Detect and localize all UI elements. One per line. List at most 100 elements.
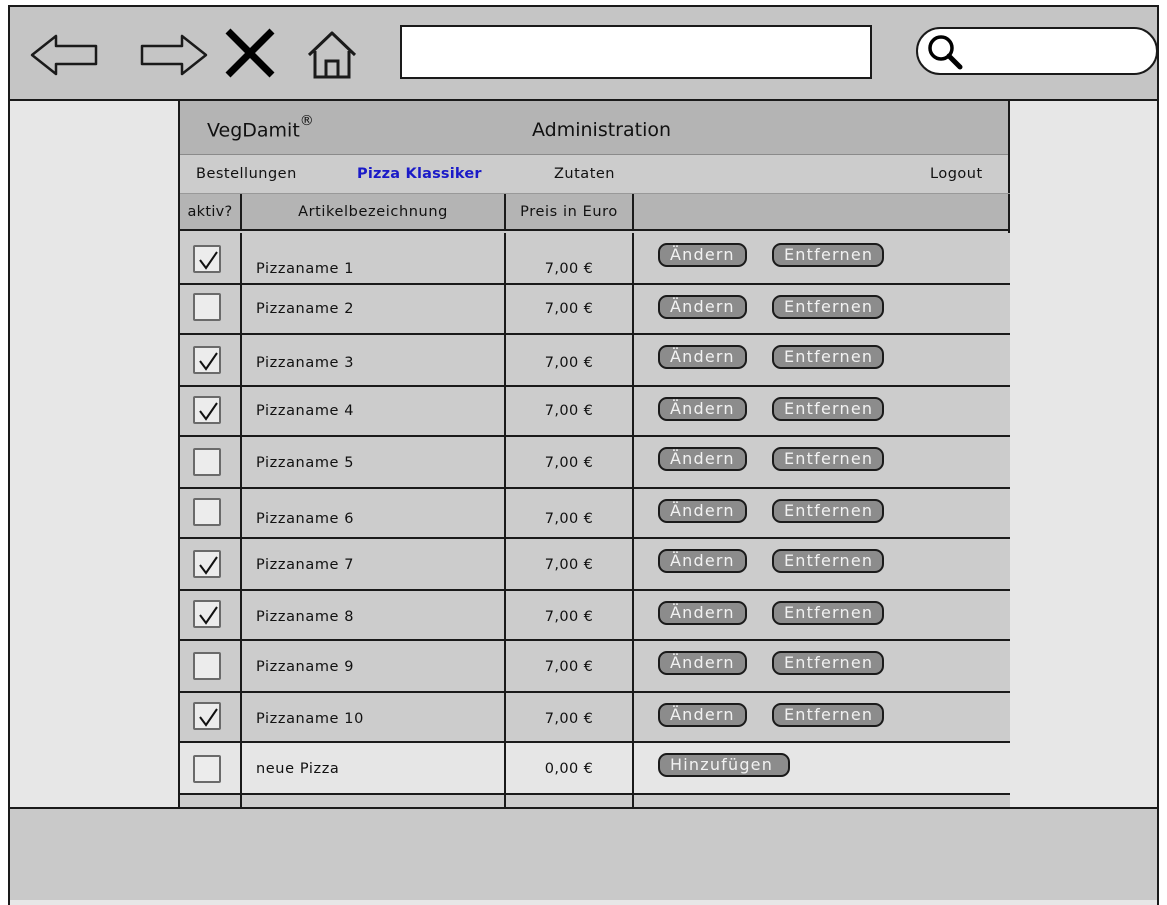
price-cell: 0,00 € (506, 743, 634, 793)
name-cell: Pizzaname 2 (242, 285, 506, 333)
remove-button[interactable]: Entfernen (772, 397, 884, 421)
pizza-name: Pizzaname 2 (256, 301, 355, 317)
table-header: aktiv? Artikelbezeichnung Preis in Euro (180, 193, 1010, 231)
active-checkbox[interactable] (193, 448, 221, 476)
column-header-actions (634, 194, 1010, 229)
status-bar (8, 807, 1159, 900)
price-cell: 7,00 € (506, 335, 634, 385)
name-cell: Pizzaname 6 (242, 489, 506, 537)
remove-button[interactable]: Entfernen (772, 703, 884, 727)
edit-button[interactable]: Ändern (658, 703, 747, 727)
checkmark-icon (199, 708, 218, 727)
active-checkbox[interactable] (193, 550, 221, 578)
address-bar[interactable] (400, 25, 872, 79)
pizza-name: Pizzaname 6 (256, 511, 355, 527)
active-cell (180, 335, 242, 385)
search-icon (928, 35, 963, 70)
active-cell (180, 743, 242, 793)
edit-button[interactable]: Ändern (658, 549, 747, 573)
active-cell (180, 693, 242, 741)
active-checkbox[interactable] (193, 600, 221, 628)
new-pizza-active-checkbox[interactable] (193, 755, 221, 783)
active-cell (180, 387, 242, 435)
add-button[interactable]: Hinzufügen (658, 753, 790, 777)
name-cell: neue Pizza (242, 743, 506, 793)
actions-cell: Ändern Entfernen (634, 539, 1010, 589)
browser-window: VegDamit® Administration Bestellungen Pi… (8, 5, 1159, 905)
logout-link[interactable]: Logout (930, 166, 983, 182)
active-checkbox[interactable] (193, 396, 221, 424)
pizza-price: 7,00 € (544, 355, 594, 371)
edit-button[interactable]: Ändern (658, 345, 747, 369)
back-arrow-icon[interactable] (30, 33, 100, 77)
nav-item-orders[interactable]: Bestellungen (196, 166, 297, 182)
actions-cell: Ändern Entfernen (634, 233, 1010, 283)
active-checkbox[interactable] (193, 498, 221, 526)
actions-cell: Ändern Entfernen (634, 285, 1010, 333)
table-row: Pizzaname 8 7,00 € Ändern Entfernen (180, 591, 1010, 641)
home-icon[interactable] (306, 29, 358, 81)
active-checkbox[interactable] (193, 702, 221, 730)
edit-button[interactable]: Ändern (658, 447, 747, 471)
table-row: Pizzaname 6 7,00 € Ändern Entfernen (180, 489, 1010, 539)
remove-button[interactable]: Entfernen (772, 295, 884, 319)
price-cell: 7,00 € (506, 489, 634, 537)
active-checkbox[interactable] (193, 245, 221, 273)
table-row: Pizzaname 9 7,00 € Ändern Entfernen (180, 641, 1010, 693)
name-cell: Pizzaname 7 (242, 539, 506, 589)
edit-button[interactable]: Ändern (658, 243, 747, 267)
remove-button[interactable]: Entfernen (772, 601, 884, 625)
checkmark-icon (199, 556, 218, 575)
pizza-name: Pizzaname 4 (256, 403, 355, 419)
active-cell (180, 233, 242, 283)
pizza-price: 7,00 € (544, 609, 594, 625)
column-header-price: Preis in Euro (506, 194, 634, 229)
name-cell: Pizzaname 8 (242, 591, 506, 639)
search-input[interactable] (916, 27, 1158, 75)
remove-button[interactable]: Entfernen (772, 499, 884, 523)
active-cell (180, 641, 242, 691)
remove-button[interactable]: Entfernen (772, 345, 884, 369)
remove-button[interactable]: Entfernen (772, 549, 884, 573)
edit-button[interactable]: Ändern (658, 397, 747, 421)
pizza-name: Pizzaname 9 (256, 659, 355, 675)
table-row: Pizzaname 3 7,00 € Ändern Entfernen (180, 335, 1010, 387)
actions-cell: Ändern Entfernen (634, 693, 1010, 741)
table-row: Pizzaname 2 7,00 € Ändern Entfernen (180, 285, 1010, 335)
pizza-name: Pizzaname 10 (256, 711, 364, 727)
pizza-name: Pizzaname 5 (256, 455, 355, 471)
pizza-price: 7,00 € (544, 403, 594, 419)
pizza-name: Pizzaname 8 (256, 609, 355, 625)
pizza-name: Pizzaname 3 (256, 355, 355, 371)
edit-button[interactable]: Ändern (658, 651, 747, 675)
price-cell: 7,00 € (506, 539, 634, 589)
remove-button[interactable]: Entfernen (772, 243, 884, 267)
price-cell: 7,00 € (506, 693, 634, 741)
name-cell: Pizzaname 10 (242, 693, 506, 741)
checkmark-icon (199, 251, 218, 270)
active-checkbox[interactable] (193, 346, 221, 374)
edit-button[interactable]: Ändern (658, 499, 747, 523)
remove-button[interactable]: Entfernen (772, 651, 884, 675)
nav-item-pizza-classics[interactable]: Pizza Klassiker (357, 166, 482, 182)
active-checkbox[interactable] (193, 652, 221, 680)
table-row: Pizzaname 1 7,00 € Ändern Entfernen (180, 233, 1010, 285)
actions-cell: Ändern Entfernen (634, 641, 1010, 691)
new-pizza-name[interactable]: neue Pizza (256, 761, 339, 777)
active-checkbox[interactable] (193, 293, 221, 321)
remove-button[interactable]: Entfernen (772, 447, 884, 471)
new-pizza-price[interactable]: 0,00 € (506, 761, 632, 777)
price-cell: 7,00 € (506, 591, 634, 639)
forward-arrow-icon[interactable] (138, 33, 208, 77)
brand-logo: VegDamit® (207, 113, 314, 141)
edit-button[interactable]: Ändern (658, 295, 747, 319)
page-title: Administration (532, 119, 672, 141)
name-cell: Pizzaname 1 (242, 233, 506, 283)
pizza-price: 7,00 € (544, 261, 594, 277)
nav-item-ingredients[interactable]: Zutaten (554, 166, 615, 182)
pizza-price: 7,00 € (544, 711, 594, 727)
edit-button[interactable]: Ändern (658, 601, 747, 625)
active-cell (180, 591, 242, 639)
close-icon[interactable] (222, 25, 278, 81)
pizza-price: 7,00 € (544, 455, 594, 471)
